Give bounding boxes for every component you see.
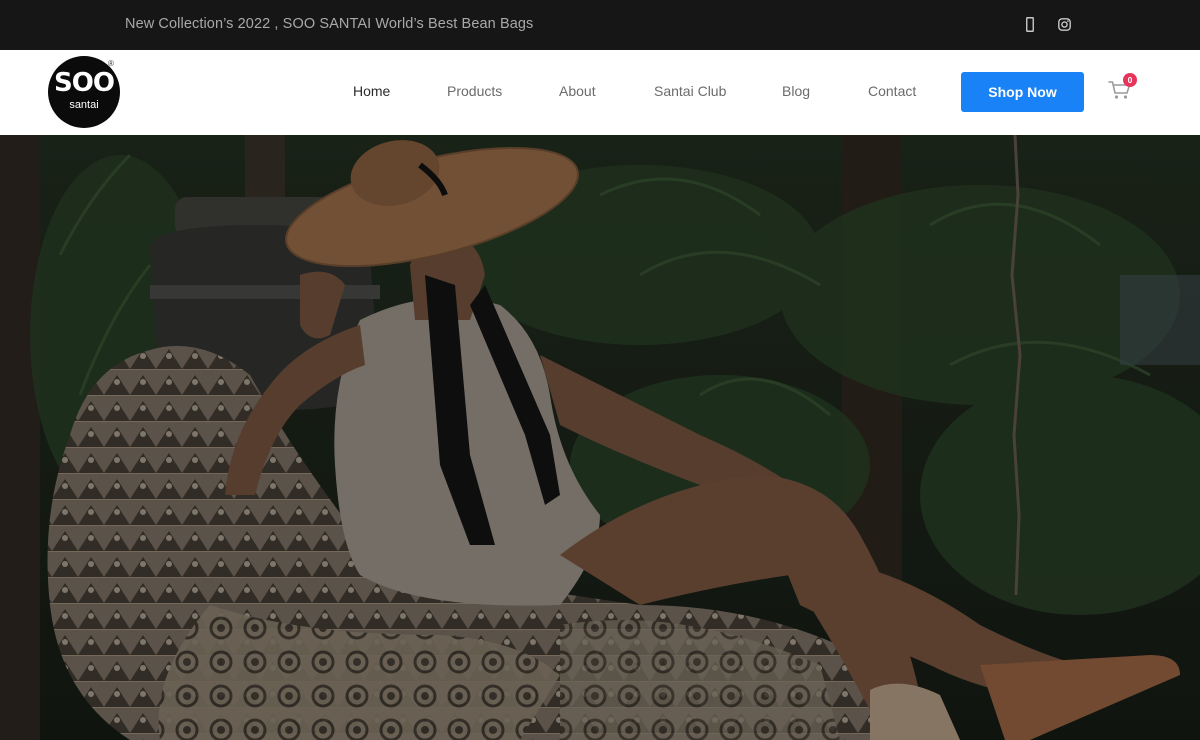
shop-now-button[interactable]: Shop Now xyxy=(961,72,1084,112)
site-header: SOO santai ® Home Products About Santai … xyxy=(0,50,1200,135)
announcement-text: New Collection’s 2022 , SOO SANTAI World… xyxy=(125,16,534,32)
facebook-icon[interactable] xyxy=(1022,16,1038,32)
logo-wordmark: SOO xyxy=(54,68,115,98)
nav-about[interactable]: About xyxy=(559,83,596,99)
hero-banner-image xyxy=(0,135,1200,740)
nav-products[interactable]: Products xyxy=(447,83,502,99)
nav-santai-club[interactable]: Santai Club xyxy=(654,83,726,99)
instagram-icon[interactable] xyxy=(1056,16,1072,32)
cart-count-badge: 0 xyxy=(1123,73,1137,87)
hero-photo-illustration xyxy=(0,135,1200,740)
logo-subword: santai xyxy=(69,99,99,111)
nav-blog[interactable]: Blog xyxy=(782,83,810,99)
nav-contact[interactable]: Contact xyxy=(868,83,916,99)
top-announcement-bar: New Collection’s 2022 , SOO SANTAI World… xyxy=(0,0,1200,50)
nav-home[interactable]: Home xyxy=(353,83,390,99)
registered-mark: ® xyxy=(108,59,114,68)
